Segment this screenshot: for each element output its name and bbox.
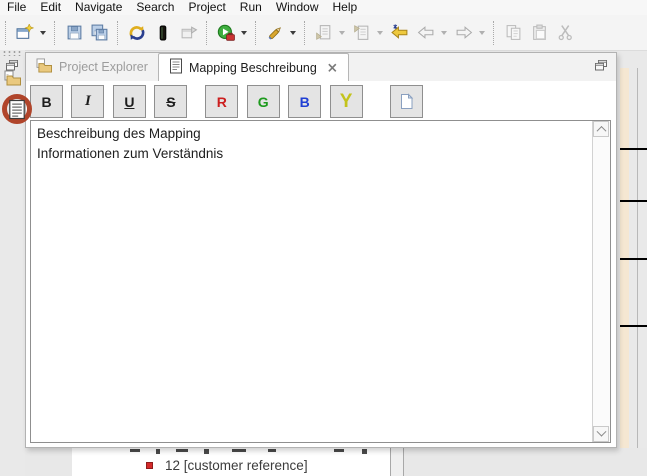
color-yellow-button[interactable]: Y <box>330 85 363 118</box>
close-icon[interactable]: ⨯ <box>327 61 338 74</box>
menu-window[interactable]: Window <box>269 0 326 14</box>
clipped-text-fragment <box>232 449 246 452</box>
mapping-connection-line <box>620 148 647 150</box>
mapping-editor-column <box>620 68 629 476</box>
mapping-beschreibung-view-icon[interactable] <box>8 99 26 125</box>
run-dropdown[interactable] <box>241 31 247 35</box>
previous-annotation-icon <box>350 21 374 45</box>
italic-button[interactable]: I <box>71 85 104 118</box>
menu-edit[interactable]: Edit <box>33 0 68 14</box>
description-text: Beschreibung des Mapping Informationen z… <box>31 121 610 166</box>
highlighter-pen-dropdown[interactable] <box>290 31 296 35</box>
forward-dropdown[interactable] <box>479 31 485 35</box>
menu-search[interactable]: Search <box>129 0 181 14</box>
color-blue-button[interactable]: B <box>288 85 321 118</box>
save-icon[interactable] <box>62 21 86 45</box>
save-all-icon[interactable] <box>88 21 112 45</box>
menu-bar: File Edit Navigate Search Project Run Wi… <box>0 0 647 15</box>
document-icon <box>169 58 183 77</box>
next-annotation-icon <box>312 21 336 45</box>
highlighter-pen-icon[interactable] <box>263 21 287 45</box>
clipped-text-fragment <box>130 449 140 452</box>
description-line: Beschreibung des Mapping <box>37 124 604 144</box>
tab-project-explorer[interactable]: Project Explorer <box>26 53 158 81</box>
scroll-up-button[interactable] <box>593 121 609 137</box>
clipped-text-fragment <box>156 449 160 454</box>
toolbar-separator <box>54 21 57 45</box>
cut-icon <box>553 21 577 45</box>
previous-annotation-dropdown <box>377 31 383 35</box>
tab-label: Mapping Beschreibung <box>189 61 317 75</box>
red-square-bullet-icon <box>146 462 153 469</box>
mapping-connection-line <box>620 325 647 327</box>
clipped-text-fragment <box>204 449 209 454</box>
clipped-text-fragment <box>362 449 367 454</box>
scroll-down-button[interactable] <box>593 426 609 442</box>
toolbar-separator <box>206 21 209 45</box>
toolbar-separator <box>304 21 307 45</box>
main-toolbar <box>0 15 647 51</box>
forward-icon <box>452 21 476 45</box>
format-toolbar: B I U S R G B Y <box>26 81 616 123</box>
back-icon <box>414 21 438 45</box>
description-textarea[interactable]: Beschreibung des Mapping Informationen z… <box>30 120 611 443</box>
color-green-button[interactable]: G <box>247 85 280 118</box>
underline-button[interactable]: U <box>113 85 146 118</box>
folder-icon <box>36 58 53 76</box>
chevron-down-icon <box>596 426 606 436</box>
menu-run[interactable]: Run <box>233 0 269 14</box>
background-tree-panel: 12 [customer reference] <box>72 448 390 476</box>
mapping-beschreibung-view: Project Explorer Mapping Beschreibung ⨯ <box>25 52 617 448</box>
textarea-scrollbar[interactable] <box>592 121 610 442</box>
project-explorer-folder-icon[interactable] <box>4 70 22 91</box>
view-tab-strip: Project Explorer Mapping Beschreibung ⨯ <box>26 53 616 81</box>
toolbar-separator <box>493 21 496 45</box>
refresh-icon[interactable] <box>125 21 149 45</box>
clipped-text-fragment <box>334 449 344 452</box>
run-icon[interactable] <box>214 21 238 45</box>
mapping-connection-line <box>620 200 647 202</box>
blank-page-icon <box>399 93 414 110</box>
menu-navigate[interactable]: Navigate <box>68 0 129 14</box>
new-wizard-dropdown[interactable] <box>40 31 46 35</box>
chevron-up-icon <box>596 125 606 135</box>
toolbar-separator <box>255 21 258 45</box>
flashlight-icon[interactable] <box>151 21 175 45</box>
copy-icon <box>501 21 525 45</box>
toolbar-separator <box>117 21 120 45</box>
description-line: Informationen zum Verständnis <box>37 144 604 164</box>
application-window: File Edit Navigate Search Project Run Wi… <box>0 0 647 476</box>
bold-button[interactable]: B <box>30 85 63 118</box>
last-edit-location-icon[interactable] <box>388 21 412 45</box>
back-dropdown[interactable] <box>441 31 447 35</box>
clear-page-button[interactable] <box>390 85 423 118</box>
clipped-text-fragment <box>268 449 276 452</box>
tree-item-label: 12 [customer reference] <box>165 458 308 473</box>
menu-file[interactable]: File <box>0 0 33 14</box>
tab-label: Project Explorer <box>59 60 148 74</box>
tab-mapping-beschreibung[interactable]: Mapping Beschreibung ⨯ <box>158 53 349 81</box>
new-wizard-icon[interactable] <box>13 21 37 45</box>
clipped-text-fragment <box>176 449 188 452</box>
color-red-button[interactable]: R <box>205 85 238 118</box>
rail-drag-handle[interactable] <box>2 50 22 56</box>
mapping-connection-line <box>620 258 647 260</box>
menu-help[interactable]: Help <box>326 0 365 14</box>
menu-project[interactable]: Project <box>181 0 232 14</box>
paste-icon <box>527 21 551 45</box>
strikethrough-button[interactable]: S <box>154 85 187 118</box>
tree-row-customer-reference[interactable]: 12 [customer reference] <box>72 455 390 475</box>
tree-panel-scrollbar[interactable] <box>390 448 404 476</box>
toolbar-separator <box>5 21 8 45</box>
next-annotation-dropdown <box>339 31 345 35</box>
restore-icon[interactable] <box>595 58 607 76</box>
link-with-editor-icon <box>177 21 201 45</box>
